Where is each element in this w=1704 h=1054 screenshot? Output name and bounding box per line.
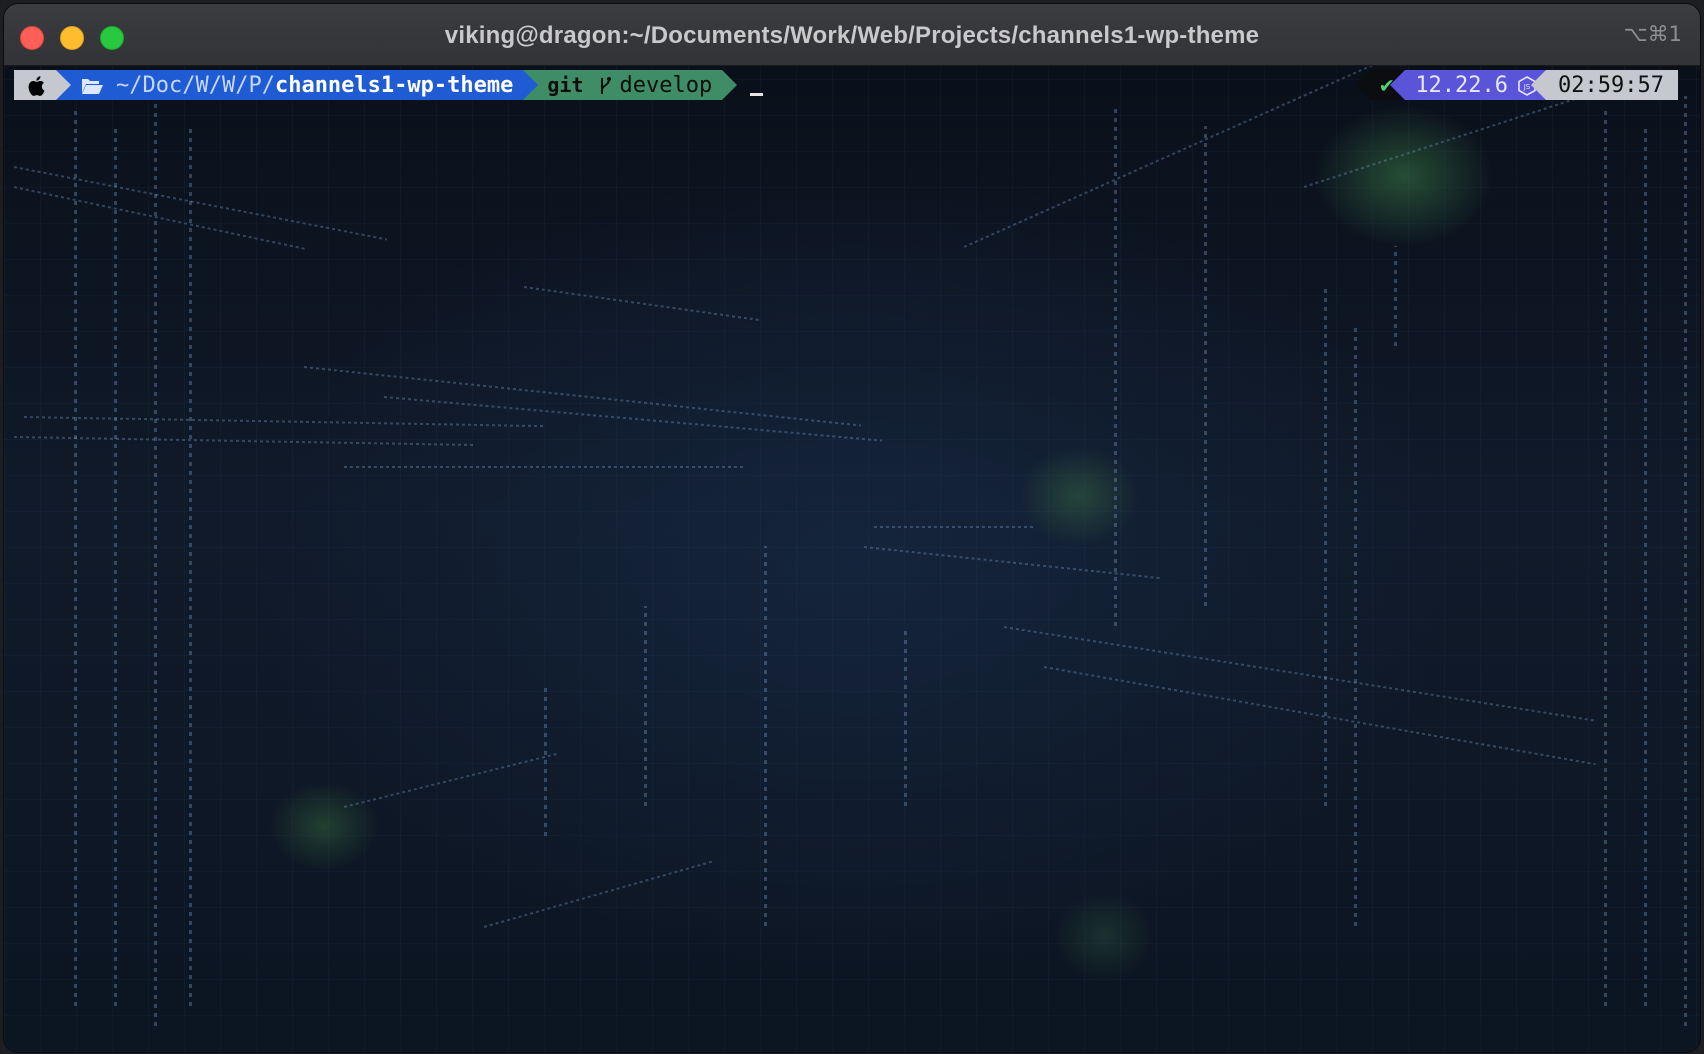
terminal-area[interactable]: ~/Doc/W/W/P/channels1-wp-theme git devel… [4,66,1700,1052]
terminal-window: viking@dragon:~/Documents/Work/Web/Proje… [4,4,1700,1052]
git-branch-icon [598,73,612,98]
path-prefix: ~/Doc/W/W/P/ [116,72,275,98]
text-cursor [750,92,764,96]
branch-name: develop [619,72,713,98]
path-segment: ~/Doc/W/W/P/channels1-wp-theme [56,70,539,100]
os-segment [14,70,71,100]
window-shortcut: ⌥⌘1 [1623,22,1682,46]
svg-text:JS: JS [1523,83,1531,91]
clock-time: 02:59:57 [1558,72,1664,98]
folder-open-icon [80,73,104,98]
prompt-left: ~/Doc/W/W/P/channels1-wp-theme git devel… [14,70,764,100]
window-title: viking@dragon:~/Documents/Work/Web/Proje… [444,22,1260,49]
git-segment: git develop [523,70,738,100]
apple-icon [26,73,46,98]
node-version: 12.22.6 [1415,72,1509,98]
node-version-segment: 12.22.6 JS [1390,70,1547,100]
path-current-dir: channels1-wp-theme [274,72,514,98]
prompt-right: ✔ 12.22.6 JS 02:59:57 [1355,70,1678,100]
vcs-label: git [547,73,584,97]
time-segment: 02:59:57 [1531,70,1678,100]
title-bar[interactable]: viking@dragon:~/Documents/Work/Web/Proje… [4,4,1700,66]
